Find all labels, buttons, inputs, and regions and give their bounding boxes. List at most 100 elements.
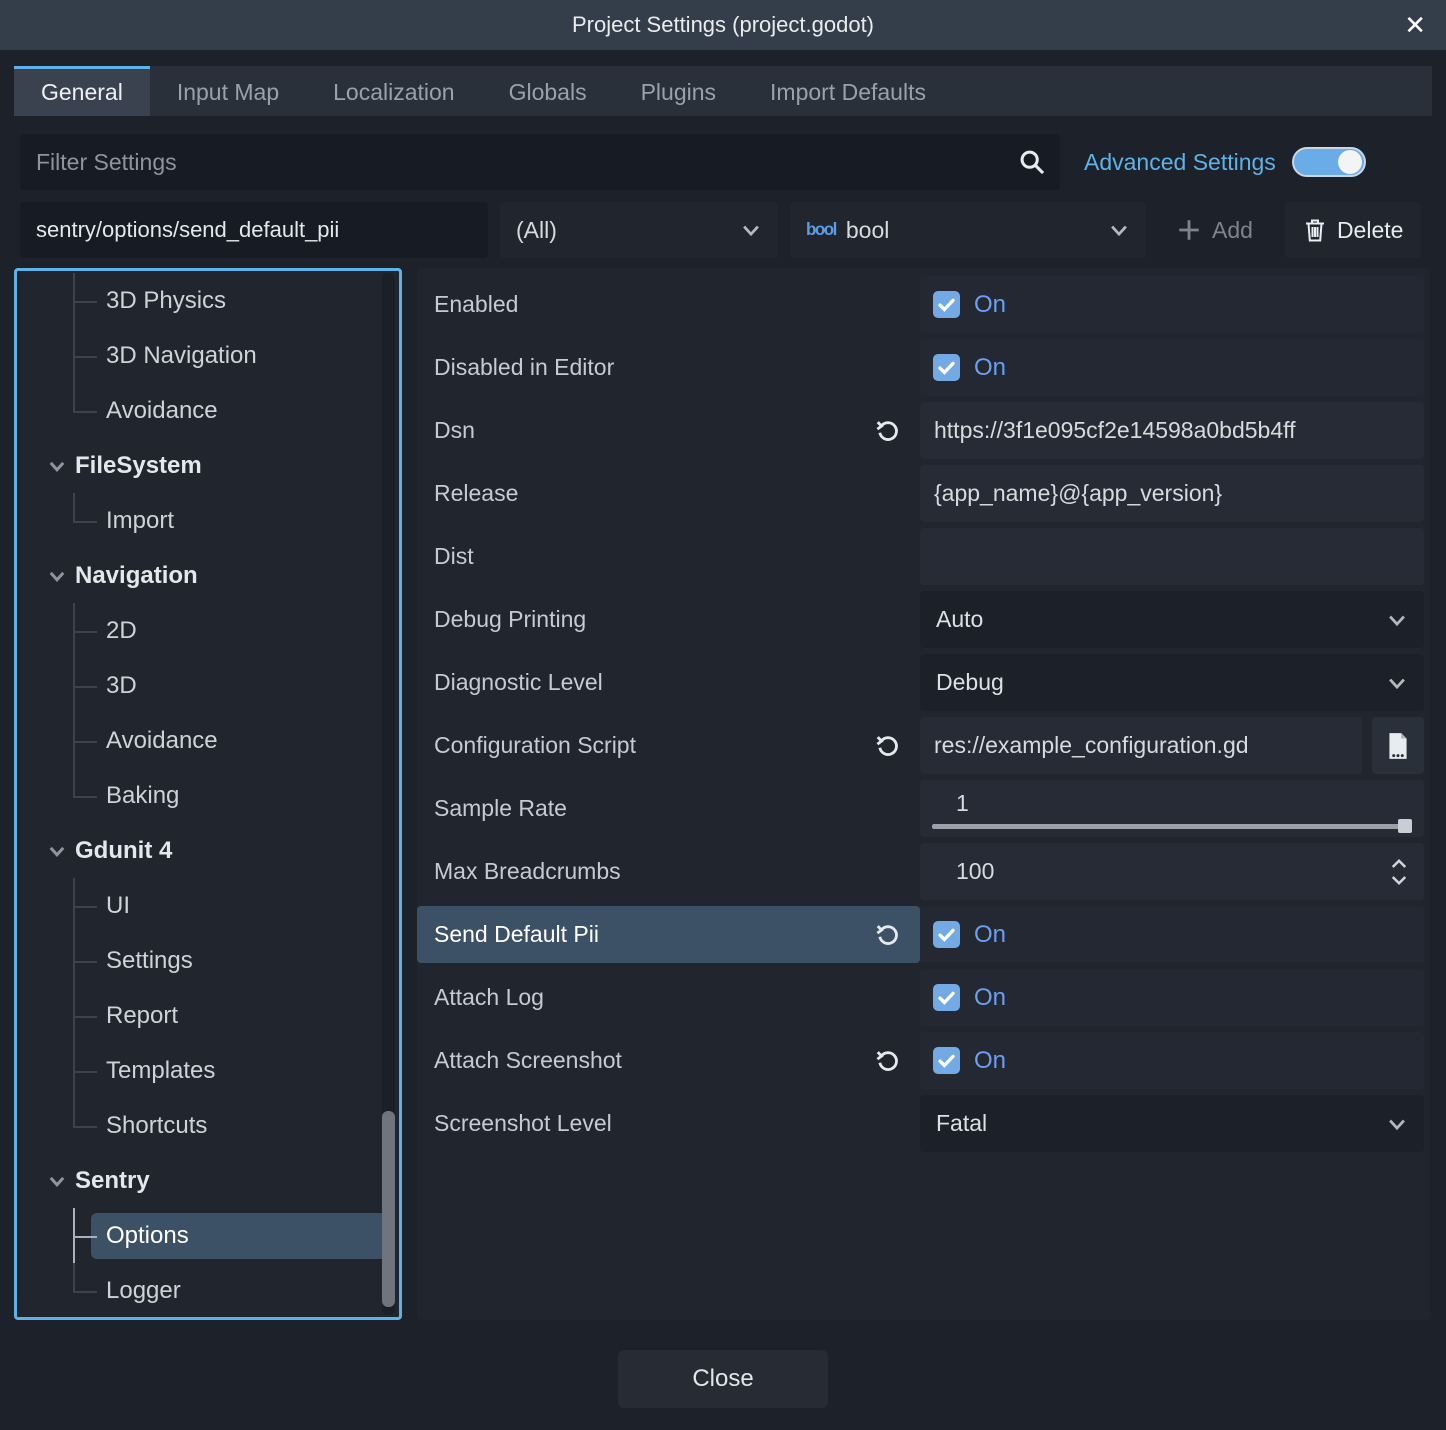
- text-field[interactable]: https://3f1e095cf2e14598a0bd5b4ff: [920, 402, 1424, 459]
- tree-item-avoidance[interactable]: Avoidance: [73, 383, 399, 438]
- tree-item-label: 2D: [91, 608, 152, 654]
- sidebar-scrollbar-thumb[interactable]: [382, 1111, 395, 1307]
- revert-icon[interactable]: [874, 1047, 902, 1075]
- tree-item-3d-physics[interactable]: 3D Physics: [73, 273, 399, 328]
- tab-general[interactable]: General: [14, 66, 150, 116]
- property-label-cell[interactable]: Max Breadcrumbs: [417, 843, 920, 900]
- property-label-cell[interactable]: Sample Rate: [417, 780, 920, 837]
- chevron-down-icon: [1386, 672, 1408, 694]
- check-icon: [937, 358, 956, 377]
- property-label-cell[interactable]: Debug Printing: [417, 591, 920, 648]
- tree-item-label: Settings: [91, 938, 208, 984]
- delete-button[interactable]: Delete: [1285, 202, 1421, 258]
- tree-item-2d[interactable]: 2D: [73, 603, 399, 658]
- tree-item-shortcuts[interactable]: Shortcuts: [73, 1098, 399, 1153]
- check-icon: [937, 988, 956, 1007]
- chevron-down-icon: [47, 841, 67, 861]
- checkbox-checked[interactable]: [933, 291, 960, 318]
- revert-icon[interactable]: [874, 417, 902, 445]
- tab-globals[interactable]: Globals: [482, 66, 614, 116]
- close-button[interactable]: Close: [618, 1350, 828, 1408]
- category-dropdown[interactable]: (All): [500, 202, 778, 258]
- slider-value: 1: [956, 790, 969, 817]
- tree-section-gdunit-4[interactable]: Gdunit 4: [17, 823, 399, 878]
- property-label-cell[interactable]: Attach Screenshot: [417, 1032, 920, 1089]
- tree-item-baking[interactable]: Baking: [73, 768, 399, 823]
- tree-item-logger[interactable]: Logger: [73, 1263, 399, 1318]
- toggle-knob: [1338, 150, 1362, 174]
- property-label-cell[interactable]: Release: [417, 465, 920, 522]
- slider-field[interactable]: 1: [920, 780, 1424, 837]
- tree-item-options[interactable]: Options: [73, 1208, 399, 1263]
- tree-section-filesystem[interactable]: FileSystem: [17, 438, 399, 493]
- slider-track[interactable]: [932, 824, 1412, 829]
- dropdown-field[interactable]: Fatal: [920, 1095, 1424, 1152]
- revert-icon[interactable]: [874, 732, 902, 760]
- property-label-cell[interactable]: Diagnostic Level: [417, 654, 920, 711]
- tab-import-defaults[interactable]: Import Defaults: [743, 66, 953, 116]
- tree-item-settings[interactable]: Settings: [73, 933, 399, 988]
- chevron-down-icon: [47, 456, 67, 476]
- tree-item-label: Options: [91, 1213, 389, 1259]
- tree-section-sentry[interactable]: Sentry: [17, 1153, 399, 1208]
- tab-plugins[interactable]: Plugins: [614, 66, 743, 116]
- tree-item-report[interactable]: Report: [73, 988, 399, 1043]
- checkbox-checked[interactable]: [933, 984, 960, 1011]
- tree-item-templates[interactable]: Templates: [73, 1043, 399, 1098]
- checkbox-checked[interactable]: [933, 1047, 960, 1074]
- dropdown-field[interactable]: Debug: [920, 654, 1424, 711]
- text-field[interactable]: res://example_configuration.gd: [920, 717, 1362, 774]
- property-row-release: Release{app_name}@{app_version}: [417, 462, 1426, 525]
- property-row-enabled: EnabledOn: [417, 273, 1426, 336]
- close-icon[interactable]: ✕: [1398, 0, 1432, 50]
- checkbox-field[interactable]: On: [920, 969, 1424, 1026]
- revert-icon[interactable]: [874, 921, 902, 949]
- property-label-cell[interactable]: Enabled: [417, 276, 920, 333]
- advanced-settings-toggle[interactable]: [1292, 147, 1366, 177]
- property-label-cell[interactable]: Screenshot Level: [417, 1095, 920, 1152]
- tree-item-avoidance[interactable]: Avoidance: [73, 713, 399, 768]
- spinbox-field[interactable]: 100: [920, 843, 1424, 900]
- tree-item-3d[interactable]: 3D: [73, 658, 399, 713]
- property-label-cell[interactable]: Disabled in Editor: [417, 339, 920, 396]
- property-label-cell[interactable]: Send Default Pii: [417, 906, 920, 963]
- property-label-cell[interactable]: Dist: [417, 528, 920, 585]
- text-field[interactable]: {app_name}@{app_version}: [920, 465, 1424, 522]
- property-label-cell[interactable]: Attach Log: [417, 969, 920, 1026]
- text-field[interactable]: [920, 528, 1424, 585]
- chevron-down-icon: [1386, 1113, 1408, 1135]
- property-label: Dist: [434, 543, 474, 570]
- dropdown-value: Fatal: [936, 1110, 987, 1137]
- property-label-cell[interactable]: Configuration Script: [417, 717, 920, 774]
- tree-item-ui[interactable]: UI: [73, 878, 399, 933]
- tree-item-label: Report: [91, 993, 193, 1039]
- tree-section-navigation[interactable]: Navigation: [17, 548, 399, 603]
- property-label: Configuration Script: [434, 732, 636, 759]
- dropdown-field[interactable]: Auto: [920, 591, 1424, 648]
- tab-localization[interactable]: Localization: [306, 66, 481, 116]
- property-row-max-breadcrumbs: Max Breadcrumbs100: [417, 840, 1426, 903]
- property-row-dist: Dist: [417, 525, 1426, 588]
- spinner-updown-icon[interactable]: [1388, 857, 1410, 887]
- tree-item-3d-navigation[interactable]: 3D Navigation: [73, 328, 399, 383]
- type-dropdown[interactable]: bool bool: [790, 202, 1146, 258]
- add-button[interactable]: Add: [1158, 202, 1271, 258]
- property-path-input[interactable]: [20, 202, 488, 258]
- checkbox-field[interactable]: On: [920, 1032, 1424, 1089]
- delete-button-label: Delete: [1337, 217, 1403, 244]
- advanced-settings-label[interactable]: Advanced Settings: [1084, 149, 1276, 176]
- checkbox-checked[interactable]: [933, 354, 960, 381]
- checkbox-field[interactable]: On: [920, 276, 1424, 333]
- checkbox-field[interactable]: On: [920, 906, 1424, 963]
- dropdown-value: Debug: [936, 669, 1004, 696]
- tab-input-map[interactable]: Input Map: [150, 66, 306, 116]
- chevron-down-icon: [47, 566, 67, 586]
- tree-item-import[interactable]: Import: [73, 493, 399, 548]
- property-label-cell[interactable]: Dsn: [417, 402, 920, 459]
- open-file-button[interactable]: [1372, 717, 1424, 774]
- chevron-down-icon: [1108, 219, 1130, 241]
- checkbox-field[interactable]: On: [920, 339, 1424, 396]
- slider-handle[interactable]: [1398, 819, 1412, 833]
- filter-settings-input[interactable]: [20, 134, 1060, 190]
- checkbox-checked[interactable]: [933, 921, 960, 948]
